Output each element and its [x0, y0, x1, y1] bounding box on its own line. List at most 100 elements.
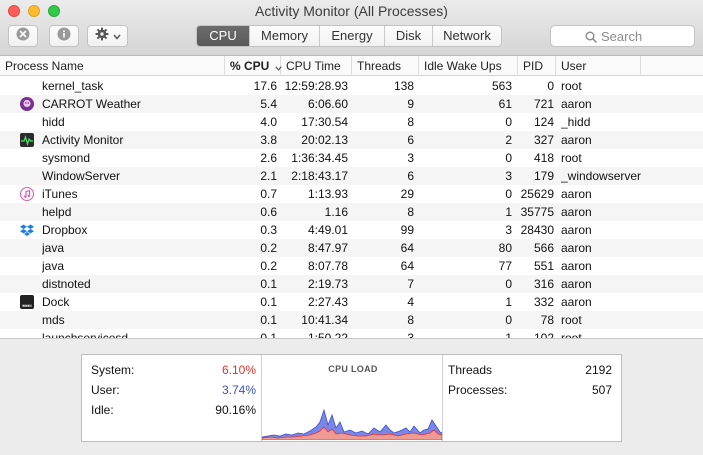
table-row[interactable]: CARROT Weather 5.4 6:06.60 9 61 721 aaron: [0, 95, 703, 113]
cell-cpu-time: 17:30.54: [301, 115, 348, 129]
cell-threads: 64: [400, 241, 414, 255]
cell-pid: 25629: [520, 187, 554, 201]
cell-name: Activity Monitor: [42, 133, 124, 147]
column-pid[interactable]: PID: [518, 56, 556, 76]
cell-cpu: 5.4: [260, 97, 277, 111]
table-row[interactable]: WindowServer 2.1 2:18:43.17 6 3 179 _windowser…: [0, 167, 703, 185]
cell-idle: 2: [505, 133, 512, 147]
activity-monitor-icon: [20, 133, 34, 147]
cell-pid: 551: [533, 259, 554, 273]
threads-value: 2192: [585, 363, 612, 377]
column-cpu[interactable]: % CPU: [225, 56, 282, 76]
cell-idle: 0: [505, 115, 512, 129]
cell-pid: 102: [533, 331, 554, 338]
cell-user: root: [561, 331, 582, 338]
table-row[interactable]: sysmond 2.6 1:36:34.45 3 0 418 root: [0, 149, 703, 167]
process-table[interactable]: kernel_task 17.6 12:59:28.93 138 563 0 root CAR…: [0, 77, 703, 338]
table-row[interactable]: java 0.2 8:47.97 64 80 566 aaron: [0, 239, 703, 257]
table-row[interactable]: kernel_task 17.6 12:59:28.93 138 563 0 root: [0, 77, 703, 95]
cell-idle: 0: [505, 151, 512, 165]
cell-threads: 8: [407, 115, 414, 129]
cell-name: mds: [42, 313, 65, 327]
cell-threads: 7: [407, 277, 414, 291]
tab-network[interactable]: Network: [432, 26, 501, 46]
cpu-summary-area: System: 6.10% User: 3.74% Idle: 90.16% C…: [0, 338, 703, 455]
divider-right: [442, 355, 443, 441]
table-row[interactable]: launchservicesd 0.1 1:50.22 3 1 102 root: [0, 329, 703, 338]
cell-user: aaron: [561, 295, 592, 309]
cell-threads: 29: [400, 187, 414, 201]
cell-user: root: [561, 151, 582, 165]
cell-cpu-time: 8:47.97: [307, 241, 348, 255]
column-threads[interactable]: Threads: [352, 56, 419, 76]
table-row[interactable]: java 0.2 8:07.78 64 77 551 aaron: [0, 257, 703, 275]
processes-value: 507: [591, 383, 612, 397]
column-cpu-label: % CPU: [230, 59, 270, 73]
user-label: User:: [91, 383, 120, 397]
table-row[interactable]: Activity Monitor 3.8 20:02.13 6 2 327 aaron: [0, 131, 703, 149]
cell-idle: 1: [505, 205, 512, 219]
cell-cpu-time: 4:49.01: [307, 223, 348, 237]
table-row[interactable]: helpd 0.6 1.16 8 1 35775 aaron: [0, 203, 703, 221]
column-cpu-time[interactable]: CPU Time: [281, 56, 352, 76]
cell-name: Dropbox: [42, 223, 88, 237]
column-user[interactable]: User: [556, 56, 641, 76]
cell-pid: 327: [533, 133, 554, 147]
table-row[interactable]: iTunes 0.7 1:13.93 29 0 25629 aaron: [0, 185, 703, 203]
column-idle-wake-ups[interactable]: Idle Wake Ups: [419, 56, 518, 76]
cell-user: aaron: [561, 223, 592, 237]
cell-user: root: [561, 313, 582, 327]
info-icon: [57, 27, 71, 46]
inspect-process-button[interactable]: [49, 25, 79, 47]
cell-pid: 316: [533, 277, 554, 291]
table-row[interactable]: hidd 4.0 17:30.54 8 0 124 _hidd: [0, 113, 703, 131]
idle-label: Idle:: [91, 403, 114, 417]
cell-threads: 64: [400, 259, 414, 273]
window-title: Activity Monitor (All Processes): [255, 3, 448, 19]
cell-cpu: 2.6: [260, 151, 277, 165]
tab-memory[interactable]: Memory: [249, 26, 319, 46]
cell-idle: 0: [505, 313, 512, 327]
table-row[interactable]: distnoted 0.1 2:19.73 7 0 316 aaron: [0, 275, 703, 293]
cell-user: _windowserver: [561, 169, 642, 183]
cell-idle: 77: [498, 259, 512, 273]
cell-user: _hidd: [561, 115, 591, 129]
action-menu-button[interactable]: [87, 25, 128, 47]
cell-pid: 124: [533, 115, 554, 129]
cell-idle: 61: [498, 97, 512, 111]
tab-disk[interactable]: Disk: [384, 26, 432, 46]
cell-user: aaron: [561, 241, 592, 255]
table-header: Process Name % CPU CPU Time Threads Idle…: [0, 56, 703, 76]
column-process-name[interactable]: Process Name: [0, 56, 225, 76]
cell-threads: 99: [400, 223, 414, 237]
cell-idle: 0: [505, 277, 512, 291]
idle-value: 90.16%: [215, 403, 256, 417]
cell-threads: 3: [407, 151, 414, 165]
search-field[interactable]: [550, 25, 695, 47]
cell-cpu: 0.7: [260, 187, 277, 201]
stop-process-icon: [16, 27, 30, 46]
cell-cpu: 3.8: [260, 133, 277, 147]
tab-energy[interactable]: Energy: [319, 26, 384, 46]
cell-idle: 0: [505, 187, 512, 201]
system-value: 6.10%: [221, 363, 256, 377]
cell-idle: 1: [505, 331, 512, 338]
cell-pid: 35775: [520, 205, 554, 219]
cell-cpu: 0.1: [260, 313, 277, 327]
dropbox-icon: [20, 223, 34, 237]
table-row[interactable]: Dropbox 0.3 4:49.01 99 3 28430 aaron: [0, 221, 703, 239]
stop-process-button[interactable]: [8, 25, 38, 47]
tab-cpu[interactable]: CPU: [197, 26, 249, 46]
cell-threads: 6: [407, 133, 414, 147]
user-value: 3.74%: [221, 383, 256, 397]
dock-icon: [20, 295, 34, 309]
table-row[interactable]: Dock 0.1 2:27.43 4 1 332 aaron: [0, 293, 703, 311]
cell-name: java: [42, 241, 65, 255]
system-label: System:: [91, 363, 135, 377]
search-input[interactable]: [601, 28, 691, 44]
cell-threads: 6: [407, 169, 414, 183]
cell-user: aaron: [561, 277, 592, 291]
cell-pid: 566: [533, 241, 554, 255]
cell-name: Dock: [42, 295, 70, 309]
table-row[interactable]: mds 0.1 10:41.34 8 0 78 root: [0, 311, 703, 329]
